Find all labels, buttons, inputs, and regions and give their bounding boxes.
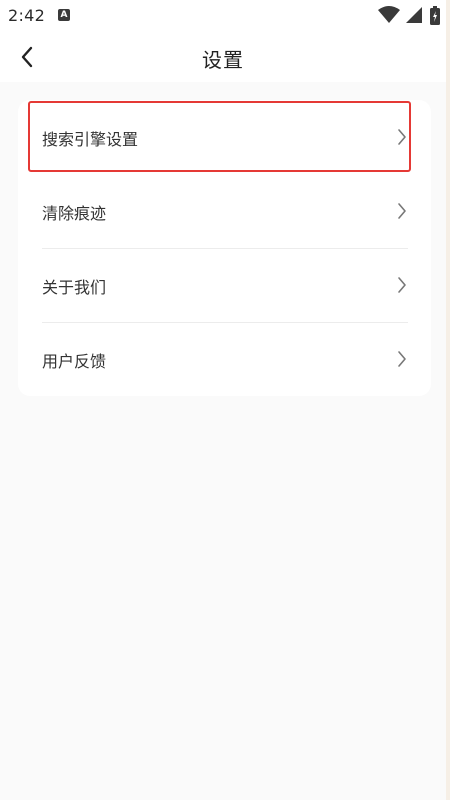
settings-item-clear-history[interactable]: 清除痕迹 — [18, 174, 431, 248]
page-title: 设置 — [202, 48, 244, 72]
chevron-right-icon — [398, 203, 406, 219]
settings-item-about-us[interactable]: 关于我们 — [18, 248, 431, 322]
a-icon: A — [58, 9, 70, 21]
header: 设置 — [0, 32, 446, 82]
settings-item-label: 搜索引擎设置 — [42, 130, 139, 149]
settings-item-feedback[interactable]: 用户反馈 — [18, 322, 431, 396]
chevron-right-icon — [398, 277, 406, 293]
chevron-right-icon — [398, 129, 406, 145]
signal-icon — [406, 7, 422, 23]
chevron-right-icon — [398, 351, 406, 367]
background-strip — [446, 0, 450, 800]
settings-card: 搜索引擎设置 清除痕迹 关于我们 用户反馈 — [18, 100, 431, 396]
battery-icon — [430, 6, 440, 25]
settings-item-label: 清除痕迹 — [42, 204, 107, 223]
settings-item-label: 关于我们 — [42, 278, 107, 297]
wifi-icon — [378, 6, 400, 23]
settings-screen: 2:42 A 设置 搜索引擎设置 清除痕迹 关于我们 用户反馈 — [0, 0, 446, 800]
settings-item-label: 用户反馈 — [42, 352, 107, 371]
status-time: 2:42 — [8, 6, 46, 25]
status-bar: 2:42 A — [0, 0, 446, 32]
settings-item-search-engine[interactable]: 搜索引擎设置 — [18, 100, 431, 174]
